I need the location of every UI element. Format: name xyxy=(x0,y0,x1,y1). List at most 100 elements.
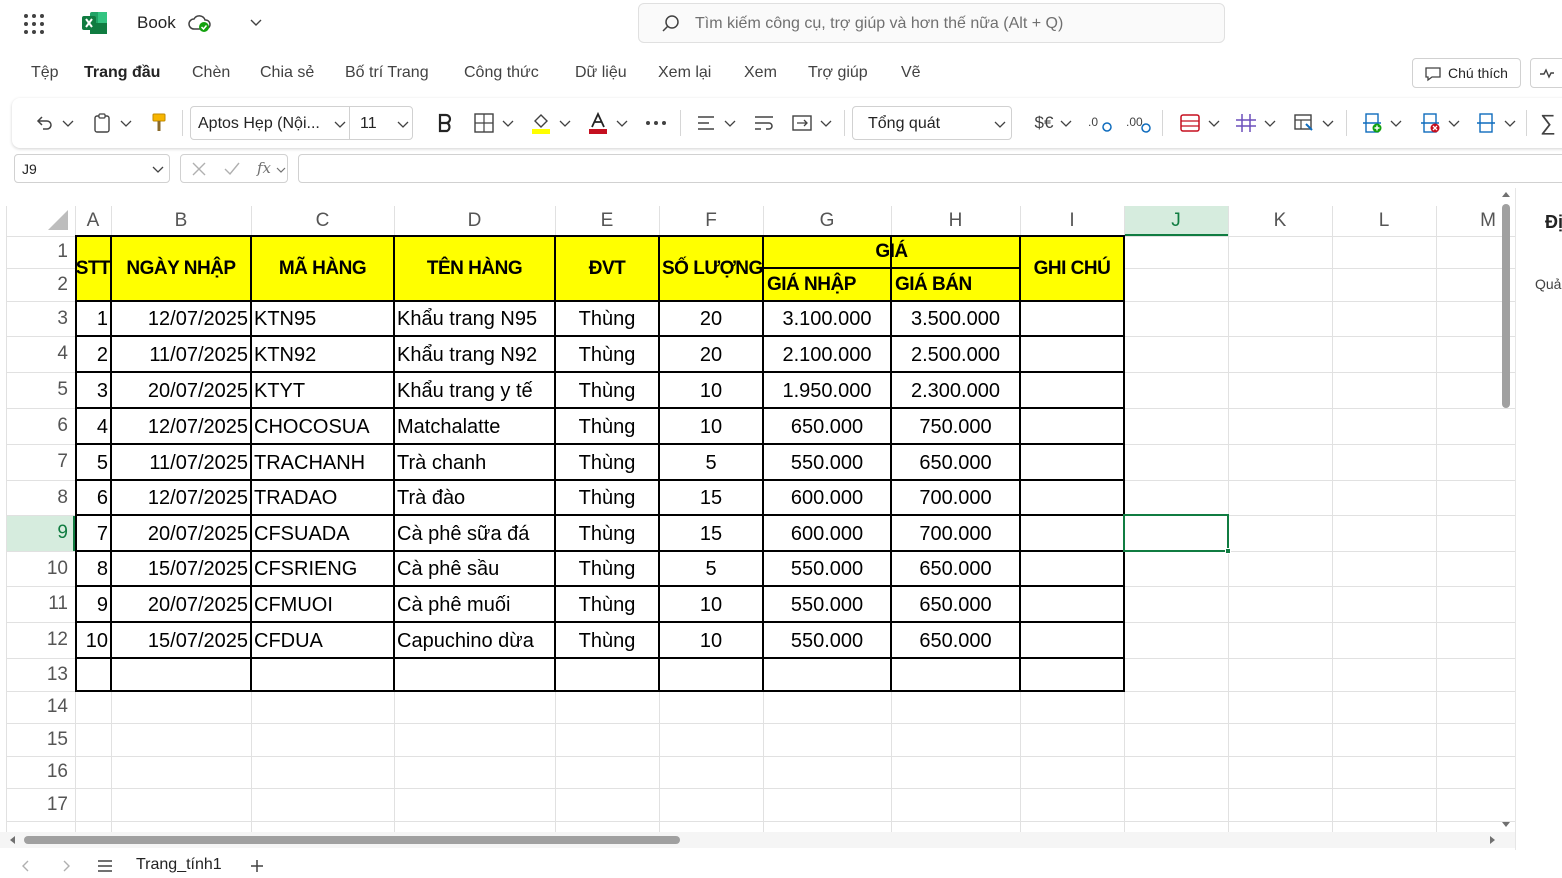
column-header-h[interactable]: H xyxy=(891,206,1020,235)
fill-color-dropdown-icon[interactable] xyxy=(557,110,573,136)
tab-help[interactable]: Trợ giúp xyxy=(808,64,868,82)
cancel-icon[interactable] xyxy=(191,161,207,177)
undo-dropdown-icon[interactable] xyxy=(60,110,76,136)
column-header-f[interactable]: F xyxy=(659,206,763,235)
add-sheet-icon[interactable] xyxy=(249,858,265,874)
cell-qty[interactable]: 20 xyxy=(659,301,763,336)
row-header-6[interactable]: 6 xyxy=(6,408,74,444)
tab-page-layout[interactable]: Bố trí Trang xyxy=(345,64,429,82)
delete-cells-dropdown-icon[interactable] xyxy=(1446,110,1462,136)
cell-date[interactable]: 12/07/2025 xyxy=(111,480,251,515)
cell-unit[interactable]: Thùng xyxy=(555,586,659,622)
insert-cells-dropdown-icon[interactable] xyxy=(1388,110,1404,136)
column-header-d[interactable]: D xyxy=(394,206,555,235)
cell-sell[interactable]: 2.300.000 xyxy=(891,372,1020,408)
previous-sheet-icon[interactable] xyxy=(20,859,32,873)
select-all-corner[interactable] xyxy=(48,210,68,230)
format-cells-icon[interactable] xyxy=(1474,110,1498,136)
undo-icon[interactable] xyxy=(32,110,56,136)
cell-name[interactable]: Khẩu trang N92 xyxy=(394,336,555,372)
sheet-tab-active[interactable]: Trang_tính1 xyxy=(136,856,222,874)
align-left-icon[interactable] xyxy=(694,110,718,136)
cell-date[interactable]: 12/07/2025 xyxy=(111,408,251,444)
tab-view[interactable]: Xem xyxy=(744,64,777,82)
cell-qty[interactable]: 15 xyxy=(659,515,763,551)
cell-code[interactable]: KTN92 xyxy=(251,336,394,372)
comments-button[interactable]: Chú thích xyxy=(1412,58,1521,88)
cell-name[interactable]: Khẩu trang y tế xyxy=(394,372,555,408)
cell-sell[interactable]: 650.000 xyxy=(891,622,1020,658)
chevron-down-icon[interactable] xyxy=(276,165,286,175)
formula-input[interactable] xyxy=(298,154,1562,183)
cell-qty[interactable]: 5 xyxy=(659,444,763,480)
activity-button[interactable] xyxy=(1530,58,1562,88)
cell-name[interactable]: Capuchino dừa xyxy=(394,622,555,658)
tab-formulas[interactable]: Công thức xyxy=(464,64,539,82)
cell-name[interactable]: Matchalatte xyxy=(394,408,555,444)
paste-dropdown-icon[interactable] xyxy=(118,110,134,136)
font-color-icon[interactable] xyxy=(586,110,610,136)
cell-name[interactable]: Cà phê sữa đá xyxy=(394,515,555,551)
cell-stt[interactable]: 4 xyxy=(75,408,111,444)
row-header-11[interactable]: 11 xyxy=(6,586,74,622)
tab-review[interactable]: Xem lại xyxy=(658,64,711,82)
align-dropdown-icon[interactable] xyxy=(722,110,738,136)
wrap-text-icon[interactable] xyxy=(752,110,776,136)
cell-unit[interactable]: Thùng xyxy=(555,622,659,658)
cell-code[interactable]: TRADAO xyxy=(251,480,394,515)
cell-buy[interactable]: 1.950.000 xyxy=(763,372,891,408)
row-header-13[interactable]: 13 xyxy=(6,658,74,691)
font-size-select[interactable]: 11 xyxy=(349,106,413,140)
delete-cells-icon[interactable] xyxy=(1418,110,1442,136)
cell-qty[interactable]: 10 xyxy=(659,408,763,444)
fill-color-icon[interactable] xyxy=(529,110,553,136)
format-painter-icon[interactable] xyxy=(148,110,170,136)
cell-date[interactable]: 12/07/2025 xyxy=(111,301,251,336)
row-header-9[interactable]: 9 xyxy=(6,515,74,551)
cell-buy[interactable]: 650.000 xyxy=(763,408,891,444)
row-header-4[interactable]: 4 xyxy=(6,336,74,372)
cell-buy[interactable]: 600.000 xyxy=(763,515,891,551)
selected-cell[interactable] xyxy=(1123,514,1229,552)
row-header-10[interactable]: 10 xyxy=(6,551,74,586)
name-box[interactable]: J9 xyxy=(14,154,170,183)
cell-code[interactable]: CFSRIENG xyxy=(251,551,394,586)
merge-cells-icon[interactable] xyxy=(790,110,814,136)
cell-name[interactable]: Khẩu trang N95 xyxy=(394,301,555,336)
cell-qty[interactable]: 15 xyxy=(659,480,763,515)
row-header-12[interactable]: 12 xyxy=(6,622,74,658)
cell-sell[interactable]: 650.000 xyxy=(891,444,1020,480)
cell-unit[interactable]: Thùng xyxy=(555,480,659,515)
tab-data[interactable]: Dữ liệu xyxy=(575,64,627,82)
row-header-1[interactable]: 1 xyxy=(6,236,74,268)
cell-stt[interactable]: 10 xyxy=(75,622,111,658)
cell-unit[interactable]: Thùng xyxy=(555,301,659,336)
cell-unit[interactable]: Thùng xyxy=(555,336,659,372)
row-header-14[interactable]: 14 xyxy=(6,691,74,723)
cell-code[interactable]: CHOCOSUA xyxy=(251,408,394,444)
cell-styles-dropdown-icon[interactable] xyxy=(1320,110,1336,136)
all-sheets-menu-icon[interactable] xyxy=(96,859,114,873)
format-as-table-icon[interactable] xyxy=(1234,110,1258,136)
cell-sell[interactable]: 700.000 xyxy=(891,480,1020,515)
cell-code[interactable]: CFSUADA xyxy=(251,515,394,551)
next-sheet-icon[interactable] xyxy=(60,859,72,873)
autosum-icon[interactable]: ∑ xyxy=(1536,110,1560,136)
column-header-k[interactable]: K xyxy=(1228,206,1332,235)
cell-stt[interactable]: 2 xyxy=(75,336,111,372)
cell-stt[interactable]: 1 xyxy=(75,301,111,336)
row-header-3[interactable]: 3 xyxy=(6,301,74,336)
number-format-select[interactable]: Tổng quát xyxy=(852,106,1012,140)
tab-insert[interactable]: Chèn xyxy=(192,64,230,82)
row-header-8[interactable]: 8 xyxy=(6,480,74,515)
cell-name[interactable]: Cà phê muối xyxy=(394,586,555,622)
row-header-2[interactable]: 2 xyxy=(6,268,74,301)
format-cells-dropdown-icon[interactable] xyxy=(1502,110,1518,136)
decrease-decimal-icon[interactable]: .0 xyxy=(1086,110,1114,136)
conditional-formatting-icon[interactable] xyxy=(1178,110,1202,136)
scroll-up-icon[interactable] xyxy=(1501,190,1511,200)
cell-sell[interactable]: 750.000 xyxy=(891,408,1020,444)
cell-date[interactable]: 20/07/2025 xyxy=(111,515,251,551)
increase-decimal-icon[interactable]: .00 xyxy=(1124,110,1152,136)
cell-unit[interactable]: Thùng xyxy=(555,444,659,480)
